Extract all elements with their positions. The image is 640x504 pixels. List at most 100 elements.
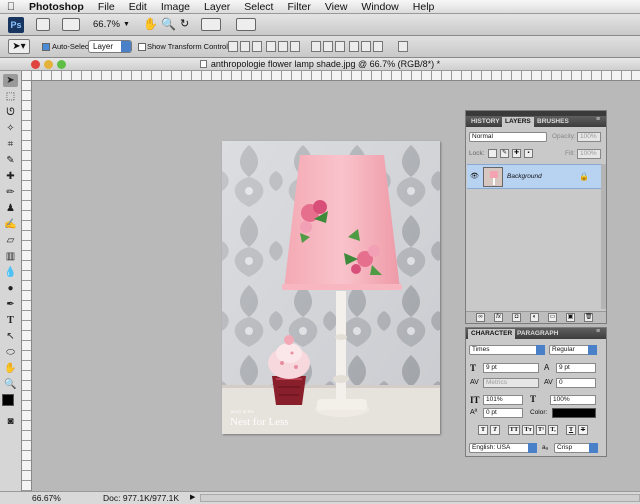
- tracking-field[interactable]: 0: [556, 378, 596, 388]
- tab-history[interactable]: HISTORY: [468, 117, 503, 127]
- font-family-dropdown[interactable]: Times: [469, 345, 545, 355]
- clone-stamp-tool-icon[interactable]: ♟: [3, 202, 18, 215]
- strikethrough-button[interactable]: T: [578, 425, 588, 435]
- document-image[interactable]: Jenny at the Nest for Less: [222, 141, 440, 434]
- font-size-field[interactable]: 9 pt: [483, 363, 539, 373]
- align-top-icon[interactable]: [228, 41, 238, 52]
- opacity-field[interactable]: 100%: [577, 132, 601, 142]
- eraser-tool-icon[interactable]: ▱: [3, 234, 18, 247]
- lock-all-icon[interactable]: ▪: [524, 149, 533, 158]
- eye-visibility-icon[interactable]: 👁: [470, 172, 479, 180]
- apple-icon[interactable]: : [0, 1, 22, 13]
- adjustment-layer-icon[interactable]: ◐: [530, 313, 539, 322]
- pen-tool-icon[interactable]: ✒: [3, 298, 18, 311]
- zoom-tool-panel-icon[interactable]: 🔍: [3, 378, 18, 391]
- dodge-tool-icon[interactable]: ●: [3, 282, 18, 295]
- fill-field[interactable]: 100%: [577, 149, 601, 159]
- quick-selection-tool-icon[interactable]: ✧: [3, 122, 18, 135]
- healing-brush-tool-icon[interactable]: ✚: [3, 170, 18, 183]
- auto-select-checkbox[interactable]: [42, 43, 50, 51]
- rotate-view-icon[interactable]: ↻: [180, 17, 189, 30]
- menu-select[interactable]: Select: [237, 1, 280, 13]
- distribute-vcenter-icon[interactable]: [323, 41, 333, 52]
- lasso-tool-icon[interactable]: ᘎ: [3, 106, 18, 119]
- link-layers-icon[interactable]: ∞: [476, 313, 485, 322]
- brush-tool-icon[interactable]: ✏: [3, 186, 18, 199]
- subscript-button[interactable]: T,: [548, 425, 558, 435]
- superscript-button[interactable]: T¹: [536, 425, 546, 435]
- align-hcenter-icon[interactable]: [278, 41, 288, 52]
- tab-layers[interactable]: LAYERS: [502, 117, 534, 127]
- vertical-scale-field[interactable]: 101%: [483, 395, 523, 405]
- gradient-tool-icon[interactable]: ▥: [3, 250, 18, 263]
- align-bottom-icon[interactable]: [252, 41, 262, 52]
- language-arrow-icon[interactable]: [528, 443, 537, 453]
- horizontal-scrollbar[interactable]: [200, 494, 640, 502]
- type-tool-icon[interactable]: T: [3, 314, 18, 327]
- history-brush-tool-icon[interactable]: ✍: [3, 218, 18, 231]
- baseline-shift-field[interactable]: 0 pt: [483, 408, 523, 418]
- hand-tool-icon[interactable]: ✋: [143, 17, 158, 31]
- lock-transparent-icon[interactable]: [488, 149, 497, 158]
- faux-bold-button[interactable]: T: [478, 425, 488, 435]
- distribute-left-icon[interactable]: [349, 41, 359, 52]
- view-extras-icon[interactable]: [62, 18, 80, 31]
- align-right-icon[interactable]: [290, 41, 300, 52]
- path-selection-tool-icon[interactable]: ↖: [3, 330, 18, 343]
- auto-align-icon[interactable]: [398, 41, 408, 52]
- 3d-rotate-tool-icon[interactable]: ✋: [3, 362, 18, 375]
- horizontal-scale-field[interactable]: 100%: [550, 395, 596, 405]
- tab-character[interactable]: CHARACTER: [468, 329, 516, 339]
- blend-mode-dropdown[interactable]: Normal: [469, 132, 547, 142]
- crop-tool-icon[interactable]: ⌗: [3, 138, 18, 151]
- menu-layer[interactable]: Layer: [197, 1, 237, 13]
- panel-menu-icon[interactable]: ≡: [596, 116, 600, 123]
- vertical-ruler[interactable]: [22, 81, 32, 491]
- layer-style-icon[interactable]: fx: [494, 313, 503, 322]
- font-style-arrow-icon[interactable]: [588, 345, 597, 355]
- eyedropper-tool-icon[interactable]: ✎: [3, 154, 18, 167]
- auto-select-dropdown[interactable]: Layer: [88, 40, 132, 53]
- distribute-top-icon[interactable]: [311, 41, 321, 52]
- layer-row-background[interactable]: 👁 Background 🔒: [467, 164, 601, 189]
- quick-mask-icon[interactable]: ◙: [3, 415, 18, 428]
- tab-paragraph[interactable]: PARAGRAPH: [514, 329, 561, 339]
- menu-window[interactable]: Window: [354, 1, 405, 13]
- shape-tool-icon[interactable]: ⬭: [3, 346, 18, 359]
- close-window-button[interactable]: [31, 60, 40, 69]
- menu-edit[interactable]: Edit: [122, 1, 154, 13]
- show-transform-checkbox[interactable]: [138, 43, 146, 51]
- distribute-hcenter-icon[interactable]: [361, 41, 371, 52]
- zoom-level[interactable]: 66.7%: [93, 19, 120, 30]
- tab-brushes[interactable]: BRUSHES: [534, 117, 572, 127]
- leading-field[interactable]: 9 pt: [556, 363, 596, 373]
- distribute-right-icon[interactable]: [373, 41, 383, 52]
- minimize-window-button[interactable]: [44, 60, 53, 69]
- blur-tool-icon[interactable]: 💧: [3, 266, 18, 279]
- zoom-window-button[interactable]: [57, 60, 66, 69]
- zoom-dropdown-icon[interactable]: ▼: [123, 21, 130, 28]
- language-dropdown[interactable]: English: USA: [469, 443, 537, 453]
- lock-position-icon[interactable]: ✚: [512, 149, 521, 158]
- align-left-icon[interactable]: [266, 41, 276, 52]
- kerning-field[interactable]: Metrics: [483, 378, 539, 388]
- anti-alias-arrow-icon[interactable]: [589, 443, 598, 453]
- new-group-icon[interactable]: ▭: [548, 313, 557, 322]
- photoshop-logo-button[interactable]: Ps: [8, 17, 24, 33]
- status-menu-icon[interactable]: ▶: [190, 492, 195, 504]
- distribute-bottom-icon[interactable]: [335, 41, 345, 52]
- underline-button[interactable]: T: [566, 425, 576, 435]
- all-caps-button[interactable]: TT: [508, 425, 520, 435]
- menu-photoshop[interactable]: Photoshop: [22, 1, 91, 13]
- lock-pixels-icon[interactable]: ✎: [500, 149, 509, 158]
- new-layer-icon[interactable]: ▣: [566, 313, 575, 322]
- menu-filter[interactable]: Filter: [280, 1, 317, 13]
- menu-file[interactable]: File: [91, 1, 122, 13]
- foreground-color-swatch[interactable]: [2, 394, 14, 406]
- horizontal-ruler[interactable]: [22, 71, 640, 81]
- bridge-icon[interactable]: [36, 18, 50, 31]
- status-zoom[interactable]: 66.67%: [32, 492, 61, 504]
- small-caps-button[interactable]: Tт: [522, 425, 534, 435]
- delete-layer-icon[interactable]: 🗑: [584, 313, 593, 322]
- menu-view[interactable]: View: [318, 1, 355, 13]
